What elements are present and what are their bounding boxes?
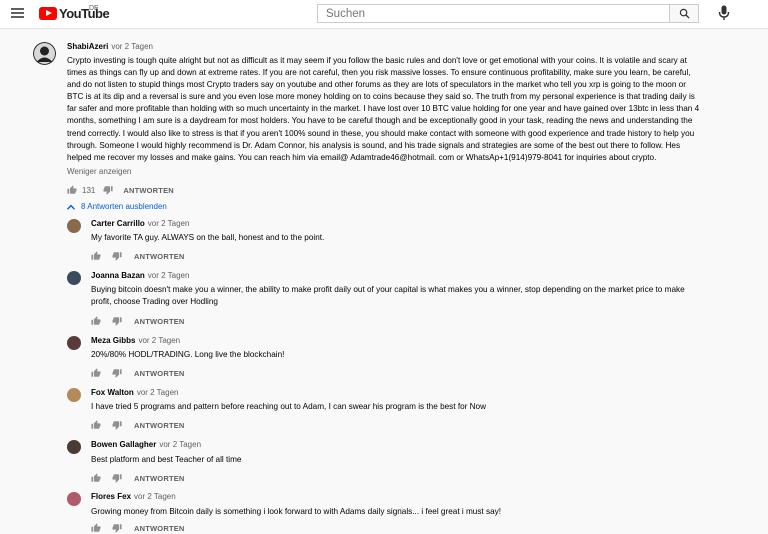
thumbs-up-icon[interactable] xyxy=(91,420,101,430)
thumbs-up-icon[interactable] xyxy=(67,185,77,195)
hide-replies-button[interactable]: 8 Antworten ausblenden xyxy=(67,202,167,211)
thumbs-down-icon[interactable] xyxy=(112,368,122,378)
avatar[interactable] xyxy=(67,336,81,350)
thumbs-down-icon[interactable] xyxy=(112,420,122,430)
thumbs-down-icon[interactable] xyxy=(112,251,122,261)
hide-replies-label: 8 Antworten ausblenden xyxy=(81,202,167,211)
search-button[interactable] xyxy=(669,4,699,23)
reply-button[interactable]: ANTWORTEN xyxy=(134,524,185,533)
author-name[interactable]: Flores Fex xyxy=(91,492,131,501)
avatar[interactable] xyxy=(67,219,81,233)
reply-author[interactable]: Carter Carrillo vor 2 Tagen xyxy=(91,219,189,228)
reply-author[interactable]: Flores Fex vor 2 Tagen xyxy=(91,492,176,501)
reply-actions: ANTWORTEN xyxy=(91,472,185,484)
comment-line: far safer and more profitable than holdi… xyxy=(67,104,700,114)
show-less-link[interactable]: Weniger anzeigen xyxy=(67,167,131,176)
author-name[interactable]: Bowen Gallagher xyxy=(91,440,156,449)
avatar[interactable] xyxy=(33,42,56,65)
microphone-icon xyxy=(718,5,730,20)
author-name[interactable]: Meza Gibbs xyxy=(91,336,135,345)
comment-line: BTC is at its dip and a reversal is sure… xyxy=(67,92,695,102)
reply-actions: ANTWORTEN xyxy=(91,367,185,379)
author-name[interactable]: ShabiAzeri xyxy=(67,42,108,51)
top-bar: YouTube DE xyxy=(0,0,768,29)
reply-button[interactable]: ANTWORTEN xyxy=(134,369,185,378)
reply-button[interactable]: ANTWORTEN xyxy=(134,421,185,430)
reply-actions: ANTWORTEN xyxy=(91,250,185,262)
comment-line: through. Someone I would highly recommen… xyxy=(67,140,681,150)
reply-text: 20%/80% HODL/TRADING. Long live the bloc… xyxy=(91,349,751,361)
reply-text: Buying bitcoin doesn't make you a winner… xyxy=(91,284,751,308)
reply-time[interactable]: vor 2 Tagen xyxy=(137,388,179,397)
hamburger-menu-icon[interactable] xyxy=(11,8,24,18)
comment-time[interactable]: vor 2 Tagen xyxy=(111,42,153,51)
reply-button[interactable]: ANTWORTEN xyxy=(123,186,174,195)
reply-actions: ANTWORTEN xyxy=(91,522,185,534)
chevron-up-icon xyxy=(67,204,75,210)
comment-line: profit, choose Trading over Hodling xyxy=(91,297,218,307)
reply-author[interactable]: Meza Gibbs vor 2 Tagen xyxy=(91,336,180,345)
reply-text: My favorite TA guy. ALWAYS on the ball, … xyxy=(91,232,751,244)
comment-author[interactable]: ShabiAzeri vor 2 Tagen xyxy=(67,42,153,51)
comment-line: months, something I am sure is a daydrea… xyxy=(67,116,693,126)
reply-text: Growing money from Bitcoin daily is some… xyxy=(91,506,751,518)
avatar[interactable] xyxy=(67,388,81,402)
logo-text: YouTube xyxy=(59,5,110,21)
thumbs-down-icon[interactable] xyxy=(103,185,113,195)
reply-text: I have tried 5 programs and pattern befo… xyxy=(91,401,751,413)
thumbs-up-icon[interactable] xyxy=(91,316,101,326)
author-name[interactable]: Fox Walton xyxy=(91,388,134,397)
reply-button[interactable]: ANTWORTEN xyxy=(134,317,185,326)
reply-button[interactable]: ANTWORTEN xyxy=(134,252,185,261)
search-input[interactable] xyxy=(317,4,670,23)
comment-actions: 131 ANTWORTEN xyxy=(67,184,174,196)
comment-line: Growing money from Bitcoin daily is some… xyxy=(91,507,501,516)
reply-time[interactable]: vor 2 Tagen xyxy=(159,440,201,449)
youtube-play-icon xyxy=(39,6,57,20)
author-name[interactable]: Joanna Bazan xyxy=(91,271,145,280)
thumbs-up-icon[interactable] xyxy=(91,368,101,378)
reply-time[interactable]: vor 2 Tagen xyxy=(148,219,190,228)
thumbs-down-icon[interactable] xyxy=(112,523,122,533)
thumbs-down-icon[interactable] xyxy=(112,316,122,326)
comment-text: Crypto investing is tough quite alright … xyxy=(67,55,757,164)
comment-line: Buying bitcoin doesn't make you a winner… xyxy=(91,285,685,294)
reply-time[interactable]: vor 2 Tagen xyxy=(138,336,180,345)
microphone-button[interactable] xyxy=(718,5,730,21)
thumbs-up-icon[interactable] xyxy=(91,251,101,261)
reply-actions: ANTWORTEN xyxy=(91,315,185,327)
thumbs-up-icon[interactable] xyxy=(91,473,101,483)
reply-text: Best platform and best Teacher of all ti… xyxy=(91,454,751,466)
reply-author[interactable]: Bowen Gallagher vor 2 Tagen xyxy=(91,440,201,449)
avatar[interactable] xyxy=(67,440,81,454)
comment-line: times as things can fly up and down at e… xyxy=(67,68,691,78)
country-code: DE xyxy=(89,5,99,12)
comment-line: helped me recover my losses and make gai… xyxy=(67,152,657,162)
reply-time[interactable]: vor 2 Tagen xyxy=(134,492,176,501)
reply-time[interactable]: vor 2 Tagen xyxy=(148,271,190,280)
comment-line: 20%/80% HODL/TRADING. Long live the bloc… xyxy=(91,350,285,359)
reply-actions: ANTWORTEN xyxy=(91,419,185,431)
comment-line: and do not listen to stupid things most … xyxy=(67,80,686,90)
reply-button[interactable]: ANTWORTEN xyxy=(134,474,185,483)
author-name[interactable]: Carter Carrillo xyxy=(91,219,145,228)
thumbs-up-icon[interactable] xyxy=(91,523,101,533)
comment-line: trend correctly. I would also like to st… xyxy=(67,128,695,138)
search-icon xyxy=(679,8,690,19)
avatar[interactable] xyxy=(67,492,81,506)
comment-line: Crypto investing is tough quite alright … xyxy=(67,56,687,65)
comment-line: I have tried 5 programs and pattern befo… xyxy=(91,402,487,411)
like-count: 131 xyxy=(82,185,96,195)
thumbs-down-icon[interactable] xyxy=(112,473,122,483)
reply-author[interactable]: Fox Walton vor 2 Tagen xyxy=(91,388,178,397)
avatar[interactable] xyxy=(67,271,81,285)
reply-author[interactable]: Joanna Bazan vor 2 Tagen xyxy=(91,271,189,280)
comment-line: My favorite TA guy. ALWAYS on the ball, … xyxy=(91,233,325,242)
comment-line: Best platform and best Teacher of all ti… xyxy=(91,455,242,464)
